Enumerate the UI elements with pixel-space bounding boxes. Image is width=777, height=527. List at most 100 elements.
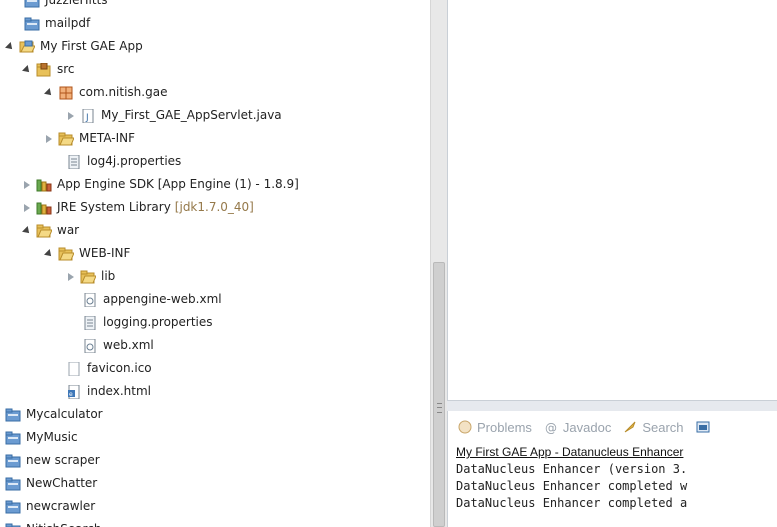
tree-item-label: MyMusic — [26, 430, 78, 444]
console-line: DataNucleus Enhancer completed a — [456, 496, 688, 510]
scrollbar-thumb[interactable] — [433, 262, 445, 527]
tree-item-label: My First GAE App — [40, 39, 143, 53]
project-icon — [5, 523, 21, 527]
xml-file-icon — [82, 292, 98, 307]
java-file-icon: J — [80, 108, 96, 123]
tree-item-label: com.nitish.gae — [79, 85, 168, 99]
folder-icon — [36, 224, 53, 238]
console-line: DataNucleus Enhancer (version 3. — [456, 462, 688, 476]
properties-file-icon — [82, 315, 98, 330]
svg-text:J: J — [85, 113, 89, 123]
tree-item-label: My_First_GAE_AppServlet.java — [101, 108, 282, 122]
tree-item-label: index.html — [87, 384, 151, 398]
expand-arrow-icon[interactable] — [66, 272, 76, 282]
tree-item[interactable]: new scraper — [5, 450, 100, 471]
collapse-arrow-icon[interactable] — [5, 42, 15, 52]
tree-item[interactable]: com.nitish.gae — [44, 82, 167, 103]
tree-item-label: lib — [101, 269, 116, 283]
project-icon — [5, 477, 21, 491]
tree-item[interactable]: META-INF — [44, 128, 135, 149]
tree-item-label: Mycalculator — [26, 407, 103, 421]
problems-icon — [458, 420, 472, 434]
console-icon — [696, 420, 710, 434]
folder-icon — [80, 270, 97, 284]
tree-item[interactable]: MyMusic — [5, 427, 78, 448]
tree-item[interactable]: logging.properties — [82, 312, 213, 333]
tree-item[interactable]: lib — [66, 266, 115, 287]
tree-item[interactable]: e index.html — [66, 381, 151, 402]
file-icon — [66, 361, 82, 376]
library-icon — [36, 178, 52, 192]
tree-item-label: web.xml — [103, 338, 154, 352]
tree-item-label: mailpdf — [45, 16, 91, 30]
tree-item-label: JuzzleHitts — [45, 0, 108, 7]
tree-item-label: META-INF — [79, 131, 136, 145]
tree-item[interactable]: war — [22, 220, 79, 241]
xml-file-icon — [82, 338, 98, 353]
tab-search[interactable]: Search — [623, 420, 684, 435]
tree-item-label: App Engine SDK [App Engine (1) - 1.8.9] — [57, 177, 299, 191]
collapse-arrow-icon[interactable] — [44, 88, 54, 98]
tree-item[interactable]: appengine-web.xml — [82, 289, 222, 310]
tab-problems[interactable]: Problems — [458, 420, 532, 435]
expand-arrow-icon[interactable] — [22, 203, 32, 213]
tree-item[interactable]: JuzzleHitts — [24, 0, 107, 11]
tree-item[interactable]: NitishSearch — [5, 519, 101, 527]
tree-item-label: appengine-web.xml — [103, 292, 222, 306]
properties-file-icon — [66, 154, 82, 169]
expand-arrow-icon[interactable] — [22, 180, 32, 190]
tree-item-label: newcrawler — [26, 499, 96, 513]
tree-item[interactable]: J My_First_GAE_AppServlet.java — [66, 105, 282, 126]
project-icon — [5, 408, 21, 422]
tree-item[interactable]: My First GAE App — [5, 36, 143, 57]
tree-item[interactable]: mailpdf — [24, 13, 90, 34]
tree-item-label: log4j.properties — [87, 154, 182, 168]
project-icon — [5, 500, 21, 514]
tree-item[interactable]: App Engine SDK [App Engine (1) - 1.8.9] — [22, 174, 299, 195]
expand-arrow-icon[interactable] — [44, 134, 54, 144]
package-icon — [58, 86, 74, 100]
tree-item[interactable]: NewChatter — [5, 473, 97, 494]
tree-item-label: war — [57, 223, 80, 237]
editor-area[interactable] — [447, 0, 777, 400]
console-view: Problems @ Javadoc Search My First GAE App … — [447, 411, 777, 527]
html-file-icon: e — [66, 384, 82, 399]
expand-arrow-icon[interactable] — [66, 111, 76, 121]
collapse-arrow-icon[interactable] — [44, 249, 54, 259]
library-icon — [36, 201, 52, 215]
tree-item-label: src — [57, 62, 75, 76]
tree-item[interactable]: src — [22, 59, 75, 80]
source-folder-icon — [36, 62, 52, 77]
tree-item-label: JRE System Library — [57, 200, 171, 214]
project-icon — [24, 0, 40, 8]
tree-item[interactable]: WEB-INF — [44, 243, 130, 264]
tree-item[interactable]: web.xml — [82, 335, 154, 356]
project-icon — [5, 431, 21, 445]
open-project-icon — [19, 40, 36, 54]
tree-item-label: WEB-INF — [79, 246, 131, 260]
folder-icon — [58, 247, 75, 261]
tree-item-label: NewChatter — [26, 476, 98, 490]
collapse-arrow-icon[interactable] — [22, 65, 32, 75]
javadoc-icon: @ — [544, 420, 558, 435]
tree-item[interactable]: Mycalculator — [5, 404, 103, 425]
tree-item[interactable]: newcrawler — [5, 496, 95, 517]
tab-console[interactable] — [696, 420, 715, 434]
scrollbar-grip — [437, 403, 442, 413]
console-title: My First GAE App - Datanucleus Enhancer — [456, 445, 684, 459]
tree-item[interactable]: log4j.properties — [66, 151, 181, 172]
tree-item[interactable]: favicon.ico — [66, 358, 152, 379]
collapse-arrow-icon[interactable] — [22, 226, 32, 236]
project-icon — [24, 17, 40, 31]
tree-item-label: new scraper — [26, 453, 100, 467]
tab-label: Problems — [477, 419, 532, 435]
tree-scrollbar[interactable] — [430, 0, 448, 527]
console-line: DataNucleus Enhancer completed w — [456, 479, 688, 493]
tree-item[interactable]: JRE System Library [jdk1.7.0_40] — [22, 197, 254, 218]
tree-item-decoration: [jdk1.7.0_40] — [174, 200, 254, 214]
project-icon — [5, 454, 21, 468]
tab-javadoc[interactable]: @ Javadoc — [544, 420, 611, 436]
tree-item-label: favicon.ico — [87, 361, 152, 375]
search-icon — [623, 420, 637, 434]
tree-item-label: NitishSearch — [26, 519, 101, 527]
